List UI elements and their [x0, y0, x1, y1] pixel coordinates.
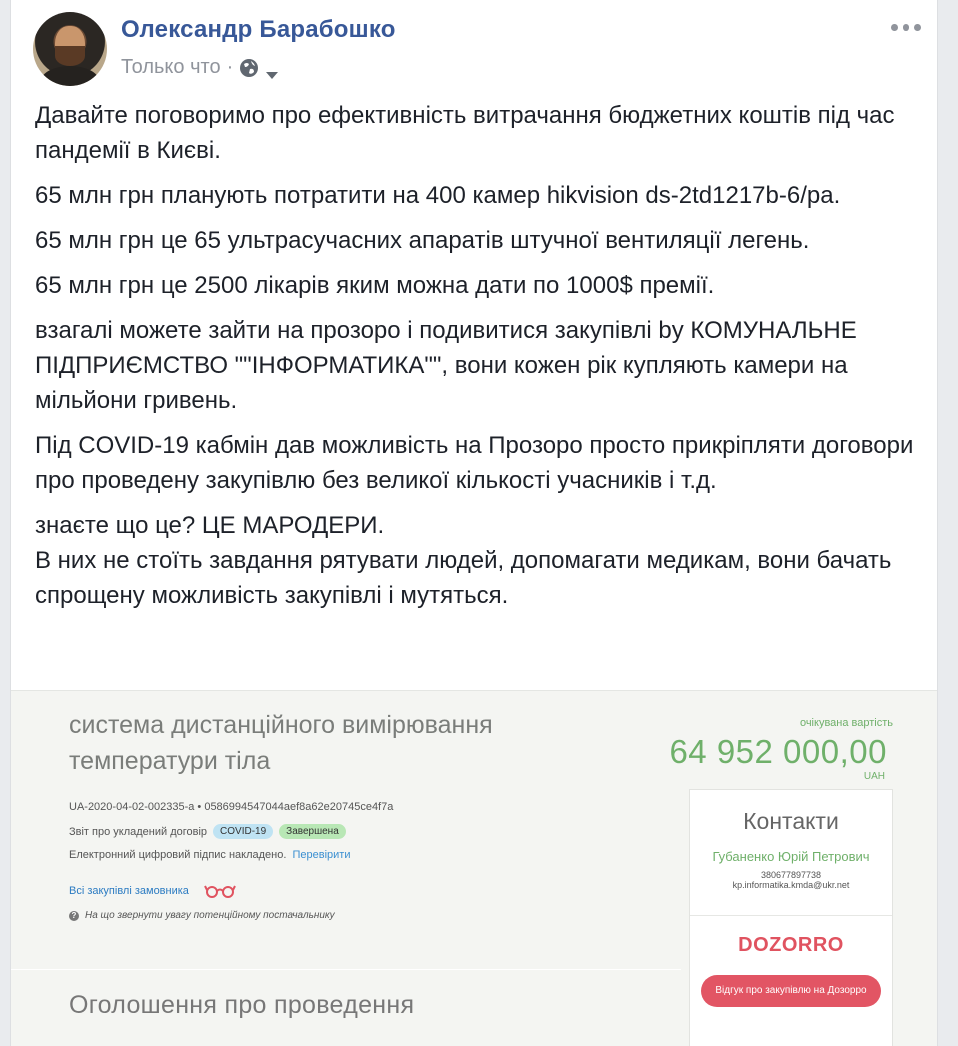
post-paragraph: 65 млн грн це 65 ультрасучасних апаратів… [35, 227, 810, 254]
signature-text: Електронний цифровий підпис накладено. [69, 849, 287, 861]
supplier-note[interactable]: ? На що звернути увагу потенційному пост… [69, 910, 335, 921]
avatar-shirt [41, 66, 99, 86]
contact-name: Губаненко Юрій Петрович [712, 849, 870, 864]
facebook-post: Олександр Барабошко Только что · Давайте… [10, 0, 938, 1046]
price-label: очікувана вартість [799, 717, 893, 729]
post-timestamp[interactable]: Только что [121, 56, 221, 79]
all-tenders-link[interactable]: Всі закупівлі замовника [69, 884, 237, 898]
verify-link[interactable]: Перевірити [292, 849, 350, 861]
announcement-heading: Оголошення про проведення [69, 991, 415, 1019]
section-divider [11, 969, 681, 970]
report-row: Звіт про укладений договір COVID-19 Заве… [69, 824, 346, 839]
meta-separator: · [226, 56, 234, 78]
prozorro-embed-card[interactable]: система дистанційного вимірювання темпер… [11, 690, 937, 1046]
post-paragraph: 65 млн грн планують потратити на 400 кам… [35, 182, 841, 209]
tender-id: UA-2020-04-02-002335-a • 0586994547044ae… [69, 801, 394, 813]
status-badge: Завершена [279, 824, 346, 839]
signature-row: Електронний цифровий підпис накладено. П… [69, 849, 350, 861]
tender-price: 64 952 000,00 [669, 733, 887, 770]
post-paragraph: Під COVID-19 кабмін дав можливість на Пр… [35, 432, 914, 494]
post-paragraph: 65 млн грн це 2500 лікарів яким можна да… [35, 272, 715, 299]
avatar-beard [55, 46, 85, 66]
price-currency: UAH [863, 771, 885, 782]
all-tenders-label[interactable]: Всі закупівлі замовника [69, 885, 189, 897]
supplier-note-label: На що звернути увагу потенційному постач… [85, 910, 335, 921]
report-label: Звіт про укладений договір [69, 825, 208, 838]
dozorro-review-button[interactable]: Відгук про закупівлю на Дозорро [701, 975, 881, 1007]
tender-title: система дистанційного вимірювання темпер… [69, 711, 493, 775]
post-text: Давайте поговоримо про ефективність витр… [35, 98, 915, 623]
covid-badge: COVID-19 [213, 824, 274, 839]
chevron-down-icon[interactable] [265, 63, 279, 79]
post-paragraph: взагалі можете зайти на прозоро і подиви… [35, 317, 857, 414]
glasses-icon[interactable] [203, 884, 237, 898]
dozorro-logo: DOZORRO [738, 934, 844, 956]
globe-icon[interactable] [239, 58, 259, 78]
post-meta: Только что · [121, 56, 279, 79]
contacts-title: Контакти [743, 808, 839, 834]
question-icon: ? [69, 910, 79, 921]
author-avatar[interactable] [33, 12, 107, 86]
contact-phone: 380677897738 [760, 870, 822, 880]
contacts-panel: Контакти Губаненко Юрій Петрович 3806778… [689, 789, 893, 1046]
author-name[interactable]: Олександр Барабошко [121, 16, 396, 44]
post-paragraph: знаєте що це? ЦЕ МАРОДЕРИ. В них не стої… [35, 512, 892, 609]
post-paragraph: Давайте поговоримо про ефективність витр… [35, 102, 895, 164]
contact-email[interactable]: kp.informatika.kmda@ukr.net [690, 880, 892, 890]
more-options-icon[interactable] [891, 20, 922, 34]
contacts-header: Контакти Губаненко Юрій Петрович 3806778… [690, 790, 892, 916]
